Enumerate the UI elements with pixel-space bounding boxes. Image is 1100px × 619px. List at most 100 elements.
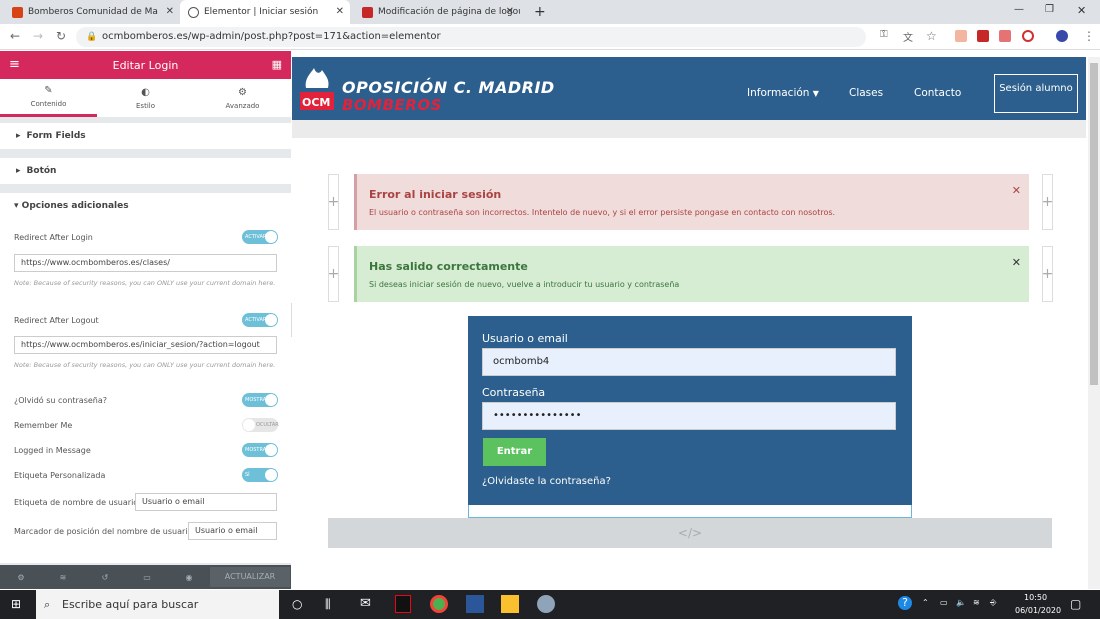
add-column-icon[interactable]: +: [1042, 174, 1053, 230]
hamburger-icon[interactable]: ≡: [9, 57, 20, 72]
responsive-icon[interactable]: ▭: [126, 573, 168, 582]
section-label: Opciones adicionales: [21, 201, 129, 211]
chrome-icon[interactable]: [430, 595, 448, 613]
close-icon[interactable]: ✕: [336, 6, 344, 17]
tab-avanzado[interactable]: ⚙ Avanzado: [194, 79, 291, 117]
multitask-icon[interactable]: ⫼: [325, 597, 331, 612]
menu-icon[interactable]: ⋮: [1083, 29, 1095, 43]
help-icon[interactable]: ?: [898, 596, 912, 610]
redirect-logout-input[interactable]: https://www.ocmbomberos.es/iniciar_sesio…: [14, 336, 277, 354]
taskbar-search[interactable]: ⌕ Escribe aquí para buscar: [36, 590, 279, 619]
submit-button[interactable]: Entrar: [483, 438, 546, 466]
back-icon[interactable]: ←: [10, 29, 20, 43]
forward-icon[interactable]: →: [33, 29, 43, 43]
logged-in-toggle[interactable]: MOSTRAR: [242, 443, 278, 457]
code-icon: </>: [328, 518, 1052, 548]
target-icon[interactable]: [1022, 30, 1034, 42]
tab-bomberos[interactable]: Bomberos Comunidad de Ma ✕: [4, 0, 180, 24]
panel-tabs: ✎ Contenido ◐ Estilo ⚙ Avanzado: [0, 79, 291, 117]
camera-icon[interactable]: [999, 30, 1011, 42]
wifi-icon[interactable]: ≋: [973, 598, 980, 607]
forgot-password-link[interactable]: ¿Olvidaste la contraseña?: [482, 476, 611, 487]
custom-label-toggle[interactable]: SÍ: [242, 468, 278, 482]
success-message: Si deseas iniciar sesión de nuevo, vuelv…: [369, 280, 680, 289]
add-column-icon[interactable]: +: [1042, 246, 1053, 302]
logo-mark-text: OCM: [302, 96, 330, 109]
add-column-icon[interactable]: +: [328, 246, 339, 302]
new-tab-button[interactable]: +: [526, 0, 546, 24]
star-icon[interactable]: ☆: [926, 29, 937, 43]
section-opciones-header[interactable]: ▾ Opciones adicionales: [14, 201, 129, 211]
tab-elementor[interactable]: Elementor | Iniciar sesión ✕: [180, 0, 350, 24]
volume-icon[interactable]: 🔈: [956, 598, 966, 607]
success-title: Has salido correctamente: [369, 260, 528, 273]
error-title: Error al iniciar sesión: [369, 188, 502, 201]
toggle-text: SÍ: [245, 472, 250, 478]
section-boton[interactable]: ▸ Botón: [0, 158, 291, 184]
chevron-up-icon[interactable]: ⌃: [922, 598, 929, 607]
maximize-icon[interactable]: ❐: [1045, 4, 1054, 15]
nav-contacto[interactable]: Contacto: [914, 87, 961, 99]
add-column-icon[interactable]: +: [328, 174, 339, 230]
translate-icon[interactable]: 文: [903, 29, 913, 44]
settings-icon[interactable]: ⚙: [0, 573, 42, 582]
password-label: Contraseña: [482, 386, 546, 399]
redirect-logout-toggle[interactable]: ACTIVAR: [242, 313, 278, 327]
word-icon[interactable]: [466, 595, 484, 613]
netflix-icon[interactable]: [395, 595, 411, 613]
username-label-input[interactable]: Usuario o email: [135, 493, 277, 511]
preview-icon[interactable]: ◉: [168, 573, 210, 582]
password-input[interactable]: •••••••••••••••: [482, 402, 896, 430]
scrollbar-thumb[interactable]: [1090, 63, 1098, 385]
reload-icon[interactable]: ↻: [56, 29, 66, 43]
section-form-fields[interactable]: ▸ Form Fields: [0, 123, 291, 149]
task-view-icon[interactable]: ○: [292, 597, 302, 611]
close-icon[interactable]: ✕: [166, 6, 174, 17]
url-field[interactable]: 🔒 ocmbomberos.es/wp-admin/post.php?post=…: [76, 27, 866, 47]
network-icon[interactable]: ▭: [940, 598, 948, 607]
forgot-password-label: ¿Olvidó su contraseña?: [14, 396, 108, 405]
nav-informacion[interactable]: Información ▼: [747, 87, 819, 99]
close-window-icon[interactable]: ✕: [1077, 4, 1086, 17]
update-button[interactable]: ACTUALIZAR: [210, 567, 290, 587]
username-input[interactable]: ocmbomb4: [482, 348, 896, 376]
key-icon[interactable]: ⚿: [880, 29, 888, 40]
app-icon[interactable]: [501, 595, 519, 613]
mail-icon[interactable]: ✉: [360, 596, 371, 611]
avatar[interactable]: [1056, 30, 1068, 42]
pdf-icon[interactable]: [977, 30, 989, 42]
clock-time[interactable]: 10:50: [1024, 593, 1047, 602]
clock-date[interactable]: 06/01/2020: [1015, 606, 1061, 615]
app-icon[interactable]: [537, 595, 555, 613]
notifications-icon[interactable]: ▢: [1070, 597, 1081, 611]
session-alumno-button[interactable]: Sesión alumno: [994, 74, 1078, 113]
section-label: Form Fields: [26, 131, 86, 141]
layers-icon[interactable]: ≋: [42, 573, 84, 582]
redirect-login-input[interactable]: https://www.ocmbomberos.es/clases/: [14, 254, 277, 272]
scrollbar[interactable]: [1088, 57, 1100, 589]
close-icon[interactable]: ✕: [1012, 256, 1021, 269]
elementor-panel: ≡ Editar Login ▦ ✎ Contenido ◐ Estilo ⚙ …: [0, 51, 291, 589]
site-header: OCM OPOSICIÓN C. MADRID BOMBEROS Informa…: [292, 57, 1086, 120]
panel-footer: ⚙ ≋ ↺ ▭ ◉ ACTUALIZAR: [0, 565, 291, 589]
custom-label-label: Etiqueta Personalizada: [14, 471, 106, 480]
nav-clases[interactable]: Clases: [849, 87, 883, 99]
remember-me-toggle[interactable]: OCULTAR: [242, 418, 279, 432]
extension-icon[interactable]: [955, 30, 967, 42]
username-placeholder-input[interactable]: Usuario o email: [188, 522, 277, 540]
windows-start-icon[interactable]: ⊞: [11, 597, 21, 611]
tab-contenido[interactable]: ✎ Contenido: [0, 79, 97, 117]
fire-icon: [12, 6, 23, 18]
tab-modificacion[interactable]: Modificación de página de logou ✕: [354, 0, 520, 24]
close-icon[interactable]: ✕: [1012, 184, 1021, 197]
forgot-password-toggle[interactable]: MOSTRAR: [242, 393, 278, 407]
minimize-icon[interactable]: —: [1014, 4, 1024, 15]
redirect-login-toggle[interactable]: ACTIVAR: [242, 230, 278, 244]
grid-icon[interactable]: ▦: [272, 58, 282, 71]
language-icon[interactable]: ⎆: [990, 598, 996, 608]
tab-estilo[interactable]: ◐ Estilo: [97, 79, 194, 117]
close-icon[interactable]: ✕: [506, 6, 514, 17]
caret-down-icon: ▾: [14, 201, 19, 211]
section-opciones: ▾ Opciones adicionales Redirect After Lo…: [0, 193, 291, 563]
history-icon[interactable]: ↺: [84, 573, 126, 582]
